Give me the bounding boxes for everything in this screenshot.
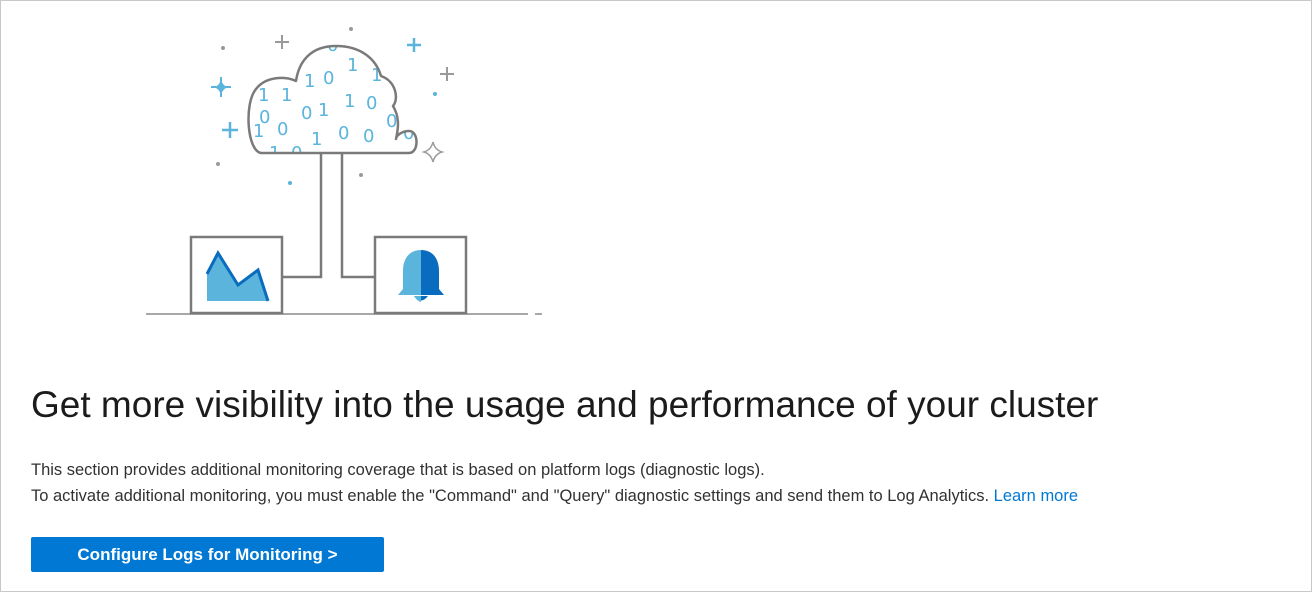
monitoring-empty-state-panel: 0 1 1 1 0 1 1 0 1 1 0 0 1 0 1 0 0 0 1 0 — [0, 0, 1312, 592]
svg-text:1: 1 — [318, 100, 329, 121]
page-title: Get more visibility into the usage and p… — [31, 384, 1099, 425]
cloud-monitoring-illustration: 0 1 1 1 0 1 1 0 1 1 0 0 1 0 1 0 0 0 1 0 — [146, 27, 542, 315]
configure-logs-button[interactable]: Configure Logs for Monitoring > — [31, 537, 384, 572]
connector-line-left — [283, 153, 323, 279]
svg-text:0: 0 — [323, 68, 334, 89]
svg-text:0: 0 — [301, 103, 312, 124]
svg-text:0: 0 — [366, 93, 377, 114]
svg-text:1: 1 — [281, 85, 292, 106]
description-line-2: To activate additional monitoring, you m… — [31, 483, 1078, 509]
svg-text:1: 1 — [344, 91, 355, 112]
description-line-1: This section provides additional monitor… — [31, 461, 765, 479]
svg-text:1: 1 — [347, 55, 358, 76]
cloud-icon: 0 1 1 1 0 1 1 0 1 1 0 0 1 0 1 0 0 0 1 0 — [247, 44, 418, 155]
bell-icon — [373, 235, 468, 315]
description: This section provides additional monitor… — [31, 457, 1078, 509]
svg-text:1: 1 — [253, 121, 264, 142]
svg-text:0: 0 — [363, 126, 374, 147]
svg-text:1: 1 — [304, 71, 315, 92]
svg-text:1: 1 — [258, 85, 269, 106]
area-chart-icon — [189, 235, 284, 315]
learn-more-link[interactable]: Learn more — [994, 487, 1078, 505]
svg-text:0: 0 — [338, 123, 349, 144]
connector-line-right — [340, 153, 375, 279]
svg-text:0: 0 — [277, 119, 288, 140]
description-line-2-text: To activate additional monitoring, you m… — [31, 487, 990, 505]
svg-text:1: 1 — [311, 129, 322, 150]
